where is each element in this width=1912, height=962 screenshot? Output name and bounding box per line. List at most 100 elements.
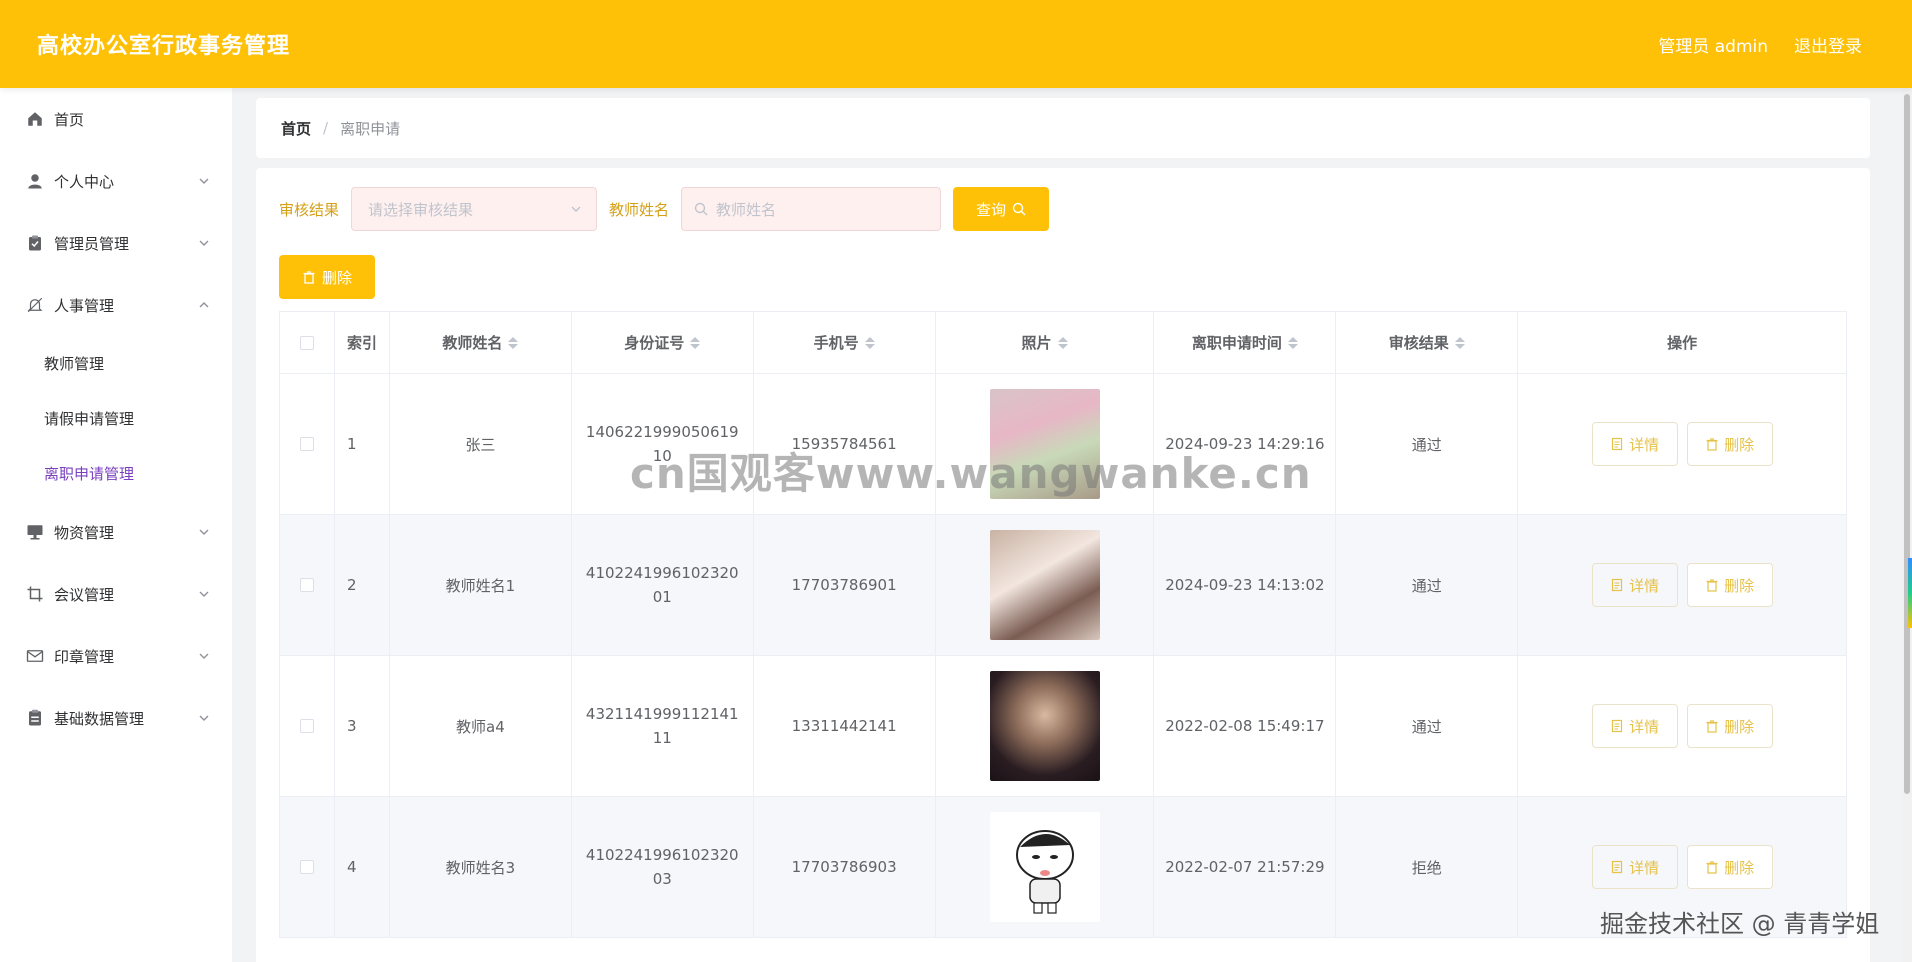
cell-phone: 13311442141 (754, 656, 936, 796)
sidebar-item-admin-management[interactable]: 管理员管理 (0, 212, 232, 274)
sidebar-item-personal-center[interactable]: 个人中心 (0, 150, 232, 212)
cell-apply-time: 2024-09-23 14:13:02 (1154, 515, 1337, 655)
cell-phone: 17703786901 (754, 515, 936, 655)
sidebar-item-seals[interactable]: 印章管理 (0, 625, 232, 687)
header-review-result[interactable]: 审核结果 (1336, 312, 1519, 373)
detail-button[interactable]: 详情 (1591, 845, 1678, 889)
sidebar: 首页 个人中心 管理员管理 人事管理 教师管理 请假申请管理 离职申请管理 物资… (0, 88, 232, 962)
trash-icon (1706, 720, 1718, 733)
scrollbar-thumb[interactable] (1904, 94, 1910, 794)
header-label: 照片 (1021, 334, 1052, 352)
row-checkbox-cell (280, 656, 335, 796)
sort-icon[interactable] (864, 336, 875, 349)
cell-index: 3 (335, 656, 390, 796)
row-checkbox[interactable] (299, 860, 314, 874)
chevron-down-icon (199, 715, 209, 721)
header-label: 教师姓名 (442, 334, 503, 352)
cell-review-result: 通过 (1336, 374, 1519, 514)
chevron-down-icon (571, 206, 581, 212)
header-checkbox-cell (280, 312, 335, 373)
sidebar-item-meetings[interactable]: 会议管理 (0, 563, 232, 625)
detail-button-label: 详情 (1629, 859, 1660, 877)
search-bar: 审核结果 请选择审核结果 教师姓名 教师姓名 查询 (279, 187, 1050, 231)
header-actions: 操作 (1518, 312, 1847, 373)
delete-button-label: 删除 (1724, 436, 1755, 454)
batch-delete-button[interactable]: 删除 (279, 255, 375, 299)
sort-icon[interactable] (690, 336, 701, 349)
header-phone[interactable]: 手机号 (754, 312, 936, 373)
result-filter-select[interactable]: 请选择审核结果 (351, 187, 598, 231)
delete-button[interactable]: 删除 (1686, 563, 1773, 607)
chevron-down-icon (199, 178, 209, 184)
cell-teacher-name: 教师a4 (390, 656, 572, 796)
logout-link[interactable]: 退出登录 (1794, 32, 1862, 57)
query-button[interactable]: 查询 (953, 187, 1050, 231)
cell-review-result: 通过 (1336, 656, 1519, 796)
breadcrumb-home[interactable]: 首页 (281, 118, 311, 139)
select-all-checkbox[interactable] (299, 335, 314, 350)
delete-button-label: 删除 (1724, 859, 1755, 877)
page-scrollbar[interactable] (1902, 88, 1912, 962)
trash-icon (1706, 438, 1718, 451)
delete-button[interactable]: 删除 (1686, 845, 1773, 889)
cell-teacher-name: 教师姓名3 (390, 797, 572, 937)
cell-phone: 17703786903 (754, 797, 936, 937)
breadcrumb: 首页 / 离职申请 (256, 98, 1870, 158)
table-row: 2 教师姓名1 410224199610232001 17703786901 2… (280, 515, 1847, 656)
cell-teacher-name: 张三 (390, 374, 572, 514)
header-teacher-name[interactable]: 教师姓名 (390, 312, 572, 373)
sidebar-item-label: 人事管理 (54, 296, 115, 315)
cell-id-number: 410224199610232003 (572, 797, 754, 937)
sidebar-item-base-data[interactable]: 基础数据管理 (0, 687, 232, 749)
query-button-label: 查询 (976, 201, 1007, 219)
sort-icon[interactable] (1454, 336, 1465, 349)
row-checkbox[interactable] (299, 719, 314, 733)
delete-button[interactable]: 删除 (1686, 704, 1773, 748)
sort-icon[interactable] (508, 336, 519, 349)
sort-icon[interactable] (1057, 336, 1068, 349)
row-checkbox[interactable] (299, 437, 314, 451)
teacher-photo[interactable] (989, 530, 1100, 640)
cell-actions: 详情 删除 (1518, 656, 1847, 796)
header-label: 离职申请时间 (1191, 334, 1282, 352)
delete-button[interactable]: 删除 (1686, 422, 1773, 466)
teacher-name-input[interactable]: 教师姓名 (681, 187, 942, 231)
resignation-table: 索引 教师姓名 身份证号 手机号 照片 离职申请时间 审核结果 操作 1 张三 … (279, 311, 1847, 938)
sidebar-item-home[interactable]: 首页 (0, 88, 232, 150)
detail-button[interactable]: 详情 (1591, 422, 1678, 466)
result-filter-label: 审核结果 (279, 200, 340, 219)
sidebar-subitem-resignation[interactable]: 离职申请管理 (0, 446, 232, 501)
teacher-photo[interactable] (989, 812, 1100, 922)
sidebar-item-supplies[interactable]: 物资管理 (0, 501, 232, 563)
header-label: 索引 (346, 334, 377, 352)
row-checkbox[interactable] (299, 578, 314, 592)
header-id-number[interactable]: 身份证号 (572, 312, 754, 373)
sidebar-subitem-leave[interactable]: 请假申请管理 (0, 391, 232, 446)
sort-icon[interactable] (1287, 336, 1298, 349)
cartoon-avatar-icon (1015, 830, 1074, 914)
teacher-photo[interactable] (989, 671, 1100, 781)
cell-teacher-name: 教师姓名1 (390, 515, 572, 655)
header-apply-time[interactable]: 离职申请时间 (1154, 312, 1337, 373)
sidebar-subitem-teacher[interactable]: 教师管理 (0, 336, 232, 391)
sidebar-item-label: 物资管理 (54, 523, 115, 542)
cell-photo (936, 374, 1155, 514)
cell-apply-time: 2022-02-07 21:57:29 (1154, 797, 1337, 937)
header-photo[interactable]: 照片 (936, 312, 1155, 373)
cell-photo (936, 797, 1155, 937)
bell-off-icon (26, 296, 44, 314)
detail-button[interactable]: 详情 (1591, 704, 1678, 748)
cell-index: 4 (335, 797, 390, 937)
teacher-name-label: 教师姓名 (609, 200, 670, 219)
table-header-row: 索引 教师姓名 身份证号 手机号 照片 离职申请时间 审核结果 操作 (280, 312, 1847, 374)
cell-actions: 详情 删除 (1518, 515, 1847, 655)
teacher-photo[interactable] (989, 389, 1100, 499)
scrollbar-marker (1908, 558, 1912, 628)
detail-button[interactable]: 详情 (1591, 563, 1678, 607)
sidebar-item-hr-management[interactable]: 人事管理 (0, 274, 232, 336)
header-label: 审核结果 (1388, 334, 1449, 352)
mail-icon (26, 647, 44, 665)
cell-index: 2 (335, 515, 390, 655)
chevron-up-icon (199, 302, 209, 308)
chevron-down-icon (199, 529, 209, 535)
